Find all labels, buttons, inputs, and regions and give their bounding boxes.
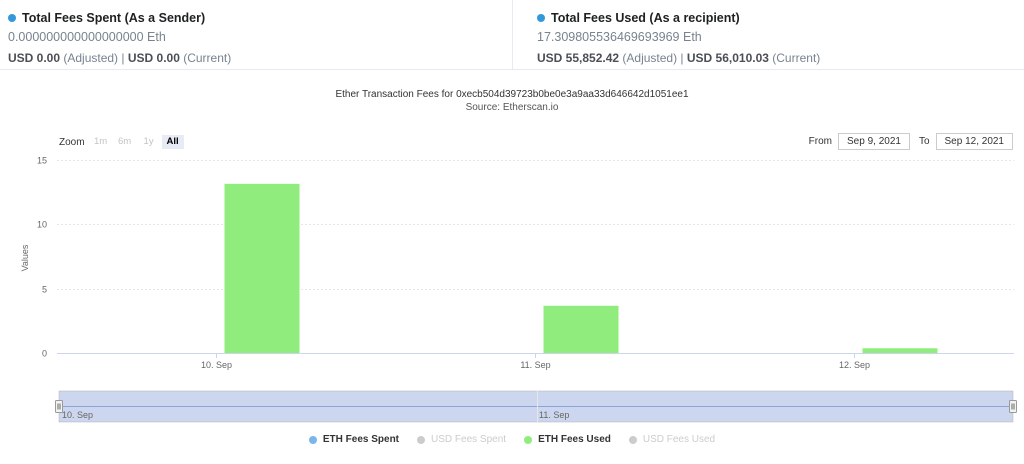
legend-eth-fees-used[interactable]: ETH Fees Used bbox=[524, 434, 611, 445]
chart-bars[interactable] bbox=[224, 183, 938, 353]
legend-label: USD Fees Used bbox=[642, 434, 716, 445]
legend-usd-fees-spent[interactable]: USD Fees Spent bbox=[417, 434, 506, 445]
x-tick-label: 11. Sep bbox=[520, 360, 550, 370]
legend-dot-icon bbox=[417, 435, 426, 444]
chart-gridlines bbox=[57, 160, 1014, 290]
navigator-label-0: 10. Sep bbox=[62, 410, 93, 420]
y-tick-label: 0 bbox=[42, 349, 47, 359]
navigator-right-handle[interactable] bbox=[1009, 400, 1017, 413]
legend-dot-icon bbox=[308, 435, 317, 444]
bar-eth-fees-used[interactable] bbox=[224, 183, 300, 353]
navigator[interactable]: 10. Sep 11. Sep bbox=[55, 390, 1017, 423]
navigator-left-handle[interactable] bbox=[55, 400, 63, 413]
x-axis-ticks: 10. Sep 11. Sep 12. Sep bbox=[201, 353, 870, 370]
y-tick-label: 10 bbox=[37, 220, 47, 230]
legend-label: USD Fees Spent bbox=[431, 434, 507, 445]
bar-eth-fees-used[interactable] bbox=[862, 348, 938, 353]
legend-eth-fees-spent[interactable]: ETH Fees Spent bbox=[308, 434, 400, 445]
legend-label: ETH Fees Spent bbox=[322, 434, 400, 445]
y-axis-ticks: 0 5 10 15 bbox=[37, 156, 47, 359]
legend-usd-fees-used[interactable]: USD Fees Used bbox=[628, 434, 716, 445]
navigator-label-1: 11. Sep bbox=[539, 410, 569, 420]
x-tick-label: 10. Sep bbox=[201, 360, 232, 370]
chart-legend: ETH Fees Spent USD Fees Spent ETH Fees U… bbox=[0, 434, 1024, 445]
fees-bar-chart: 0 5 10 15 Values 10. Sep 11. Sep 12. Sep 10. … bbox=[20, 156, 1017, 423]
y-tick-label: 15 bbox=[37, 156, 47, 166]
legend-label: ETH Fees Used bbox=[538, 434, 611, 445]
bar-eth-fees-used[interactable] bbox=[543, 305, 619, 353]
x-tick-label: 12. Sep bbox=[839, 360, 870, 370]
y-tick-label: 5 bbox=[42, 285, 47, 295]
legend-dot-icon bbox=[524, 435, 533, 444]
y-axis-label: Values bbox=[20, 244, 30, 271]
legend-dot-icon bbox=[628, 435, 637, 444]
